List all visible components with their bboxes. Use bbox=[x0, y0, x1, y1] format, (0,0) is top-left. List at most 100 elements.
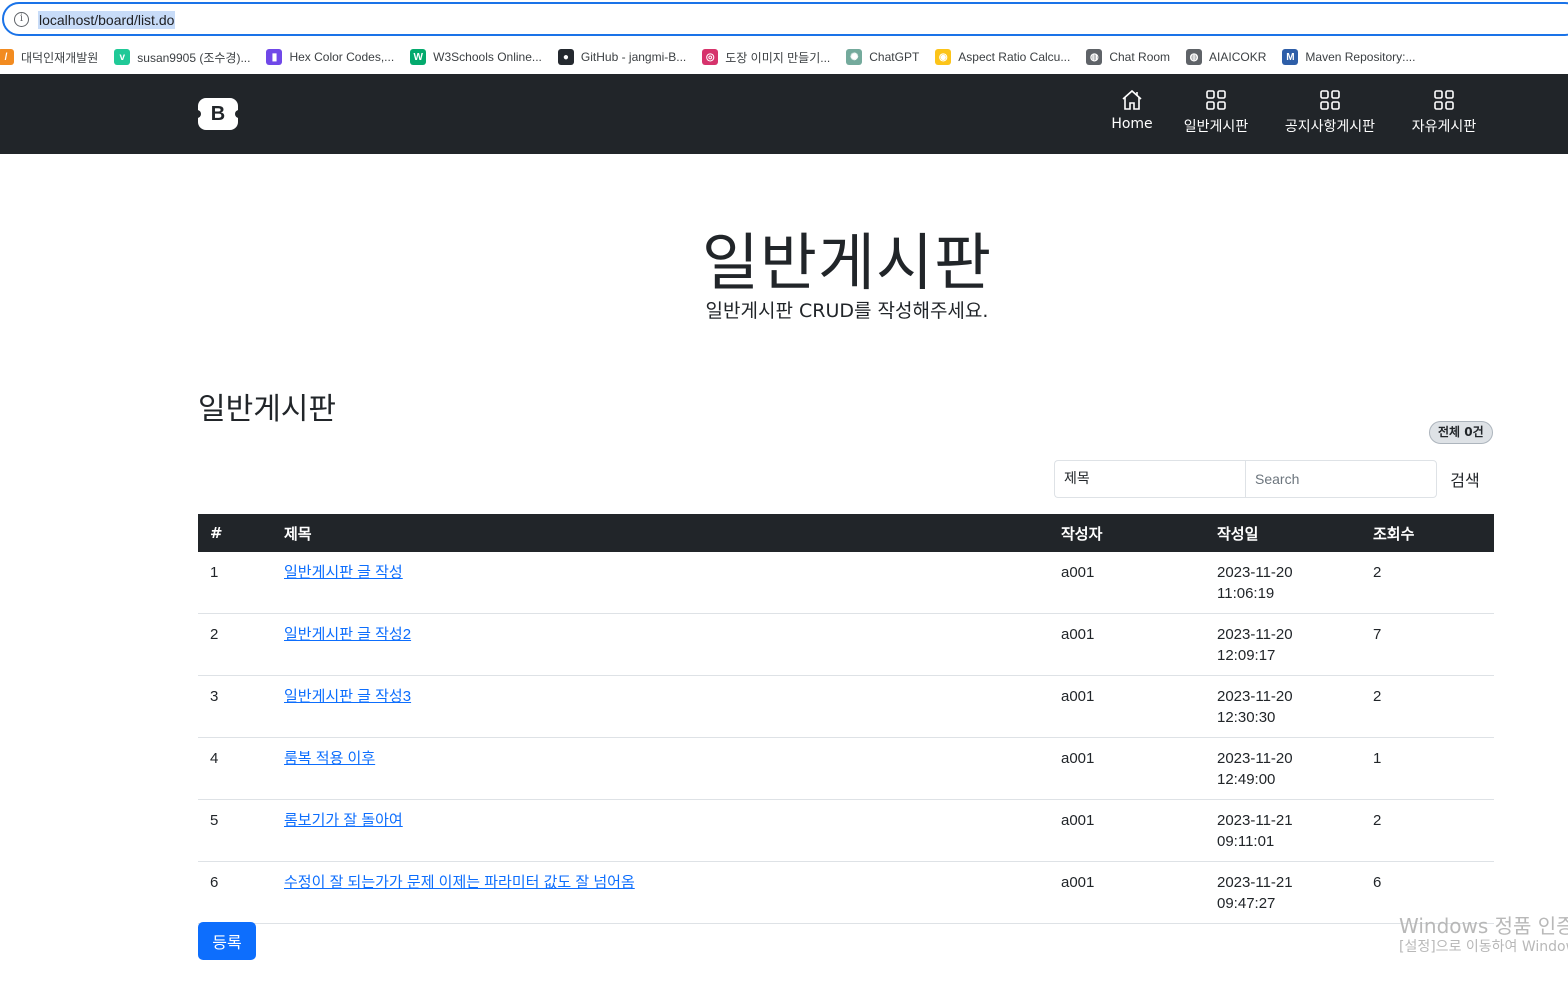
globe-icon: ◍ bbox=[1086, 49, 1103, 65]
row-date-text: 2023-11-21 bbox=[1217, 812, 1293, 829]
bookmark-item[interactable]: ◎ 도장 이미지 만들기... bbox=[702, 43, 838, 71]
row-title: 일반게시판 글 작성2 bbox=[272, 613, 1049, 676]
bookmark-item[interactable]: M Maven Repository:... bbox=[1282, 43, 1423, 71]
search-button[interactable]: 검색 bbox=[1444, 460, 1486, 498]
bookmark-item[interactable]: ● GitHub - jangmi-B... bbox=[557, 43, 694, 71]
bookmark-label: GitHub - jangmi-B... bbox=[580, 50, 687, 64]
row-hit-text: 6 bbox=[1373, 874, 1382, 891]
row-date: 2023-11-20 12:30:30 bbox=[1205, 675, 1361, 738]
chatgpt-icon: ✺ bbox=[846, 49, 863, 65]
row-time-text: 09:11:01 bbox=[1217, 833, 1275, 850]
maven-icon: M bbox=[1282, 49, 1299, 65]
url-field[interactable]: i localhost/board/list.do bbox=[2, 2, 1568, 36]
row-hit: 2 bbox=[1361, 799, 1494, 862]
bookmark-item[interactable]: ◍ AIAICOKR bbox=[1186, 43, 1274, 71]
row-date-text: 2023-11-20 bbox=[1217, 626, 1293, 643]
bookmark-label: 도장 이미지 만들기... bbox=[725, 50, 831, 65]
row-hit: 2 bbox=[1361, 552, 1494, 614]
bookmark-item[interactable]: / 대덕인재개발원 bbox=[0, 43, 106, 71]
bookmarks-bar: / 대덕인재개발원 v susan9905 (조수경)... ▮ Hex Color Co… bbox=[0, 40, 1568, 74]
nav-home-label: Home bbox=[1111, 116, 1153, 132]
grid-icon bbox=[1320, 90, 1340, 110]
row-date: 2023-11-21 09:11:01 bbox=[1205, 799, 1361, 862]
hero-subtitle: 일반게시판 CRUD를 작성해주세요. bbox=[705, 300, 989, 322]
url-text[interactable]: localhost/board/list.do bbox=[38, 11, 176, 29]
row-hit-text: 1 bbox=[1373, 750, 1382, 767]
row-date-text: 2023-11-20 bbox=[1217, 564, 1293, 581]
bookmark-item[interactable]: ✺ ChatGPT bbox=[846, 43, 927, 71]
table-header-row: # 제목 작성자 작성일 조회수 bbox=[198, 514, 1494, 552]
row-writer-text: a001 bbox=[1061, 688, 1095, 705]
row-number: 4 bbox=[198, 737, 272, 800]
nav-notice-label: 공지사항게시판 bbox=[1284, 119, 1376, 135]
nav-home[interactable]: Home bbox=[1108, 88, 1156, 132]
row-title: 수정이 잘 되는가가 문제 이제는 파라미터 값도 잘 넘어옴 bbox=[272, 861, 1049, 924]
w3schools-icon: W bbox=[410, 49, 427, 65]
browser-address-bar: i localhost/board/list.do bbox=[0, 0, 1568, 40]
row-writer-text: a001 bbox=[1061, 564, 1095, 581]
row-number-text: 6 bbox=[210, 874, 219, 891]
row-number: 6 bbox=[198, 861, 272, 924]
post-title-link[interactable]: 롬보기가 잘 돌아여 bbox=[284, 812, 403, 829]
row-number-text: 1 bbox=[210, 564, 219, 581]
info-icon[interactable]: i bbox=[14, 12, 29, 27]
nav-general-board[interactable]: 일반게시판 bbox=[1178, 88, 1254, 136]
row-title: 일반게시판 글 작성 bbox=[272, 552, 1049, 614]
bookmark-item[interactable]: W W3Schools Online... bbox=[410, 43, 550, 71]
row-writer: a001 bbox=[1049, 675, 1205, 738]
stamp-icon: ◎ bbox=[702, 49, 719, 65]
post-title-link[interactable]: 일반게시판 글 작성2 bbox=[284, 626, 411, 643]
row-date: 2023-11-21 09:47:27 bbox=[1205, 861, 1361, 924]
row-time-text: 12:30:30 bbox=[1217, 709, 1276, 726]
post-title-link[interactable]: 일반게시판 글 작성3 bbox=[284, 688, 411, 705]
globe-icon: ◍ bbox=[1186, 49, 1203, 65]
row-hit-text: 2 bbox=[1373, 564, 1382, 581]
total-count-badge: 전체 0건 bbox=[1429, 421, 1493, 444]
nav-notice-board[interactable]: 공지사항게시판 bbox=[1278, 88, 1382, 136]
row-writer: a001 bbox=[1049, 613, 1205, 676]
bookmark-item[interactable]: v susan9905 (조수경)... bbox=[114, 43, 258, 71]
windows-activation-hint: [설정]으로 이동하여 Windows bbox=[1399, 939, 1568, 955]
bookmark-item[interactable]: ▮ Hex Color Codes,... bbox=[266, 43, 402, 71]
row-number: 5 bbox=[198, 799, 272, 862]
color-book-icon: ▮ bbox=[266, 49, 283, 65]
row-hit: 1 bbox=[1361, 737, 1494, 800]
nav-free-board[interactable]: 자유게시판 bbox=[1406, 88, 1482, 136]
row-number: 3 bbox=[198, 675, 272, 738]
post-title-link[interactable]: 수정이 잘 되는가가 문제 이제는 파라미터 값도 잘 넘어옴 bbox=[284, 874, 635, 891]
row-date: 2023-11-20 12:09:17 bbox=[1205, 613, 1361, 676]
row-title: 롬보기가 잘 돌아여 bbox=[272, 799, 1049, 862]
board-title: 일반게시판 bbox=[198, 392, 336, 427]
search-type-select[interactable]: 제목 bbox=[1054, 460, 1245, 498]
bookmark-item[interactable]: ◍ Chat Room bbox=[1086, 43, 1178, 71]
aspect-ratio-icon: ◉ bbox=[935, 49, 952, 65]
bookmark-label: Maven Repository:... bbox=[1305, 50, 1416, 64]
col-title: 제목 bbox=[284, 524, 312, 543]
table-row: 2 일반게시판 글 작성2 a001 2023-11-20 12:09:17 7 bbox=[198, 613, 1494, 676]
house-icon bbox=[1122, 89, 1142, 110]
post-title-link[interactable]: 일반게시판 글 작성 bbox=[284, 564, 403, 581]
row-title: 일반게시판 글 작성3 bbox=[272, 675, 1049, 738]
github-icon: ● bbox=[557, 49, 574, 65]
col-hit: 조회수 bbox=[1373, 524, 1415, 543]
table-row: 3 일반게시판 글 작성3 a001 2023-11-20 12:30:30 2 bbox=[198, 675, 1494, 738]
bookmark-label: ChatGPT bbox=[869, 50, 920, 64]
row-hit-text: 2 bbox=[1373, 812, 1382, 829]
post-title-link[interactable]: 룸복 적용 이후 bbox=[284, 750, 375, 767]
bookmark-item[interactable]: ◉ Aspect Ratio Calcu... bbox=[935, 43, 1078, 71]
bootstrap-logo[interactable]: B bbox=[196, 98, 240, 130]
row-hit: 2 bbox=[1361, 675, 1494, 738]
register-button[interactable]: 등록 bbox=[198, 922, 256, 960]
bookmark-label: susan9905 (조수경)... bbox=[137, 50, 251, 65]
bookmark-label: AIAICOKR bbox=[1209, 50, 1267, 64]
row-hit-text: 2 bbox=[1373, 688, 1382, 705]
search-input[interactable] bbox=[1245, 460, 1437, 498]
row-writer: a001 bbox=[1049, 552, 1205, 614]
table-row: 5 롬보기가 잘 돌아여 a001 2023-11-21 09:11:01 2 bbox=[198, 799, 1494, 862]
table-row: 1 일반게시판 글 작성 a001 2023-11-20 11:06:19 2 bbox=[198, 552, 1494, 614]
row-writer-text: a001 bbox=[1061, 750, 1095, 767]
row-date: 2023-11-20 11:06:19 bbox=[1205, 552, 1361, 614]
row-writer-text: a001 bbox=[1061, 626, 1095, 643]
bookmark-label: Chat Room bbox=[1109, 50, 1171, 64]
windows-activation-watermark: Windows 정품 인증 bbox=[1399, 914, 1568, 938]
